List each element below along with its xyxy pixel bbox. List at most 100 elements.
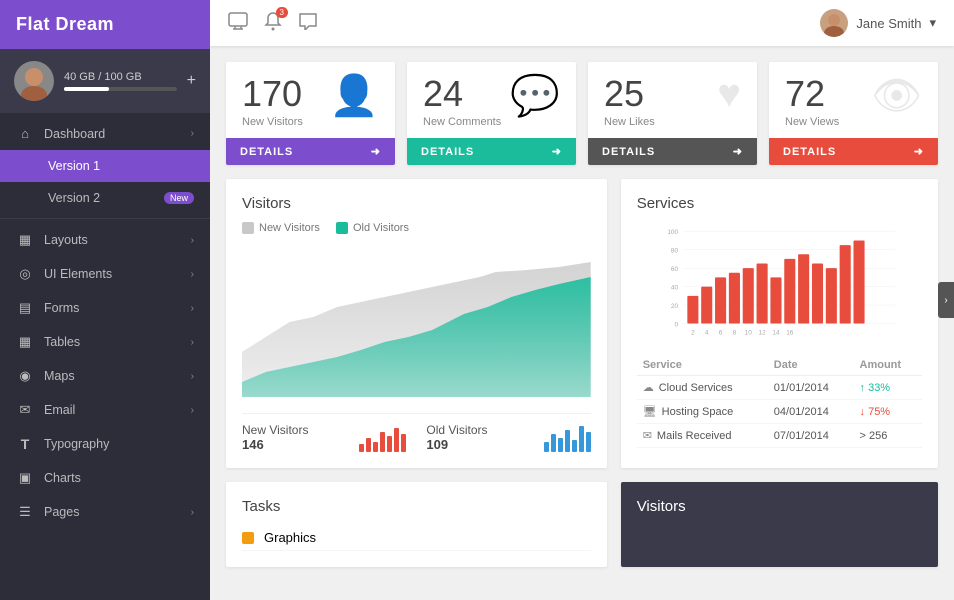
- arrow-ui-icon: ›: [191, 269, 194, 280]
- old-visitors-mini-chart: [544, 422, 591, 452]
- service-date-hosting: 04/01/2014: [768, 400, 854, 424]
- arrow-email-icon: ›: [191, 405, 194, 416]
- legend-old-visitors: Old Visitors: [336, 222, 409, 234]
- user-menu[interactable]: Jane Smith ▾: [820, 9, 936, 37]
- sidebar-item-pages[interactable]: ☰ Pages ›: [0, 495, 210, 529]
- sidebar-label-typography: Typography: [44, 437, 194, 451]
- visitors-stats: New Visitors 146: [242, 413, 591, 452]
- svg-text:100: 100: [667, 229, 678, 236]
- services-panel: Services 100 80 60 40 20 0: [621, 179, 938, 468]
- sidebar-label-version1: Version 1: [48, 159, 194, 173]
- notification-badge: 3: [276, 7, 288, 18]
- service-col-header: Service: [637, 355, 768, 376]
- services-panel-title: Services: [637, 195, 922, 212]
- legend-old-label: Old Visitors: [353, 222, 409, 234]
- sidebar-label-tables: Tables: [44, 335, 191, 349]
- forms-icon: ▤: [16, 300, 34, 316]
- charts-icon: ▣: [16, 470, 34, 486]
- sidebar-item-ui-elements[interactable]: ◎ UI Elements ›: [0, 257, 210, 291]
- sidebar-label-forms: Forms: [44, 301, 191, 315]
- service-amount-hosting: ↓ 75%: [854, 400, 922, 424]
- sidebar-label-charts: Charts: [44, 471, 194, 485]
- sidebar-item-tables[interactable]: ▦ Tables ›: [0, 325, 210, 359]
- arrow-pages-icon: ›: [191, 507, 194, 518]
- svg-text:14: 14: [772, 330, 780, 337]
- storage-add-button[interactable]: +: [187, 72, 196, 90]
- svg-text:8: 8: [732, 330, 736, 337]
- sidebar-item-email[interactable]: ✉ Email ›: [0, 393, 210, 427]
- views-stat-icon: 👁: [871, 72, 922, 119]
- stat-cards: 170 New Visitors 👤 DETAILS ➜ 24 New Comm…: [226, 62, 938, 165]
- svg-text:20: 20: [671, 303, 679, 310]
- sidebar-item-forms[interactable]: ▤ Forms ›: [0, 291, 210, 325]
- chart-legend: New Visitors Old Visitors: [242, 222, 591, 234]
- svg-text:80: 80: [671, 247, 679, 254]
- comments-details-button[interactable]: DETAILS ➜: [407, 138, 576, 165]
- likes-number: 25: [604, 76, 655, 112]
- monitor-icon[interactable]: [228, 12, 248, 35]
- username-label: Jane Smith: [856, 16, 921, 31]
- main-content: 3 Jane Smith ▾ 170 New Visitors: [210, 0, 954, 600]
- visitors-chart: [242, 242, 591, 402]
- views-details-arrow: ➜: [914, 145, 924, 158]
- sidebar-item-typography[interactable]: T Typography: [0, 427, 210, 461]
- visitors-label: New Visitors: [242, 116, 303, 128]
- views-details-label: DETAILS: [783, 146, 836, 158]
- comments-number: 24: [423, 76, 501, 112]
- service-name-cloud: ☁Cloud Services: [637, 376, 768, 400]
- legend-gray-dot: [242, 222, 254, 234]
- topbar: 3 Jane Smith ▾: [210, 0, 954, 46]
- sidebar-item-dashboard[interactable]: ⌂ Dashboard ›: [0, 117, 210, 150]
- service-name-mails: ✉Mails Received: [637, 424, 768, 448]
- sidebar-item-version2[interactable]: Version 2 New: [0, 182, 210, 214]
- svg-text:12: 12: [758, 330, 766, 337]
- task-color-indicator: [242, 532, 254, 544]
- service-date-mails: 07/01/2014: [768, 424, 854, 448]
- table-row: ✉Mails Received 07/01/2014 > 256: [637, 424, 922, 448]
- new-visitors-stat-label: New Visitors: [242, 423, 308, 437]
- sidebar-label-email: Email: [44, 403, 191, 417]
- sidebar-item-maps[interactable]: ◉ Maps ›: [0, 359, 210, 393]
- likes-details-button[interactable]: DETAILS ➜: [588, 138, 757, 165]
- avatar: [14, 61, 54, 101]
- svg-text:40: 40: [671, 284, 679, 291]
- service-name-hosting: 🖥Hosting Space: [637, 400, 768, 424]
- arrow-tables-icon: ›: [191, 337, 194, 348]
- service-amount-cloud: ↑ 33%: [854, 376, 922, 400]
- middle-row: Visitors New Visitors Old Visitors: [226, 179, 938, 468]
- likes-label: New Likes: [604, 116, 655, 128]
- sidebar-toggle-button[interactable]: ›: [938, 282, 954, 318]
- sidebar-item-version1[interactable]: Version 1: [0, 150, 210, 182]
- sidebar-item-layouts[interactable]: ▦ Layouts ›: [0, 223, 210, 257]
- visitors-small-title: Visitors: [637, 498, 922, 515]
- arrow-maps-icon: ›: [191, 371, 194, 382]
- pages-icon: ☰: [16, 504, 34, 520]
- svg-text:16: 16: [786, 330, 794, 337]
- chevron-icon: ›: [191, 128, 194, 139]
- legend-teal-dot: [336, 222, 348, 234]
- svg-text:4: 4: [705, 330, 709, 337]
- nav-divider: [0, 218, 210, 219]
- chat-icon[interactable]: [298, 12, 318, 35]
- stat-card-views: 72 New Views 👁 DETAILS ➜: [769, 62, 938, 165]
- tasks-panel-title: Tasks: [242, 498, 591, 515]
- views-label: New Views: [785, 116, 839, 128]
- visitors-details-button[interactable]: DETAILS ➜: [226, 138, 395, 165]
- views-number: 72: [785, 76, 839, 112]
- amount-col-header: Amount: [854, 355, 922, 376]
- bell-icon[interactable]: 3: [264, 11, 282, 36]
- ui-icon: ◎: [16, 266, 34, 282]
- visitors-number: 170: [242, 76, 303, 112]
- sidebar-label-maps: Maps: [44, 369, 191, 383]
- brand-title: Flat Dream: [0, 0, 210, 49]
- table-row: 🖥Hosting Space 04/01/2014 ↓ 75%: [637, 400, 922, 424]
- new-visitors-stat-count: 146: [242, 437, 308, 452]
- task-item: Graphics: [242, 525, 591, 551]
- new-visitors-stat: New Visitors 146: [242, 422, 406, 452]
- visitors-panel: Visitors New Visitors Old Visitors: [226, 179, 607, 468]
- views-details-button[interactable]: DETAILS ➜: [769, 138, 938, 165]
- arrow-forms-icon: ›: [191, 303, 194, 314]
- tasks-panel: Tasks Graphics: [226, 482, 607, 567]
- sidebar-item-charts[interactable]: ▣ Charts: [0, 461, 210, 495]
- svg-text:60: 60: [671, 266, 679, 273]
